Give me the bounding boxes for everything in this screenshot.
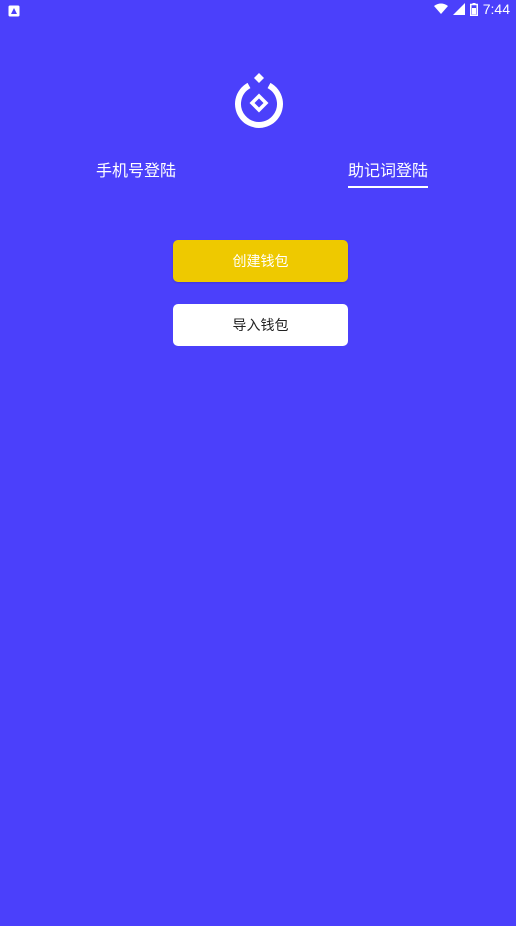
cell-signal-icon [452, 3, 465, 15]
login-tabs: 手机号登陆 助记词登陆 [0, 158, 516, 190]
battery-icon [469, 2, 478, 16]
import-wallet-button[interactable]: 导入钱包 [173, 304, 348, 346]
import-wallet-label: 导入钱包 [232, 318, 289, 334]
status-icons: 7:44 [433, 0, 510, 18]
tab-mnemonic-login[interactable]: 助记词登陆 [348, 158, 429, 188]
status-bar: 7:44 [0, 0, 516, 18]
clock-time: 7:44 [482, 1, 510, 17]
create-wallet-label: 创建钱包 [232, 254, 289, 270]
active-tab-indicator [348, 186, 429, 188]
create-wallet-button[interactable]: 创建钱包 [173, 240, 348, 282]
wallet-logo-icon [233, 71, 285, 129]
wifi-icon [433, 3, 448, 15]
app-notification-icon [8, 2, 20, 17]
tab-mnemonic-login-label: 助记词登陆 [348, 161, 429, 180]
tab-phone-login-label: 手机号登陆 [96, 161, 177, 180]
tab-phone-login[interactable]: 手机号登陆 [96, 158, 176, 184]
